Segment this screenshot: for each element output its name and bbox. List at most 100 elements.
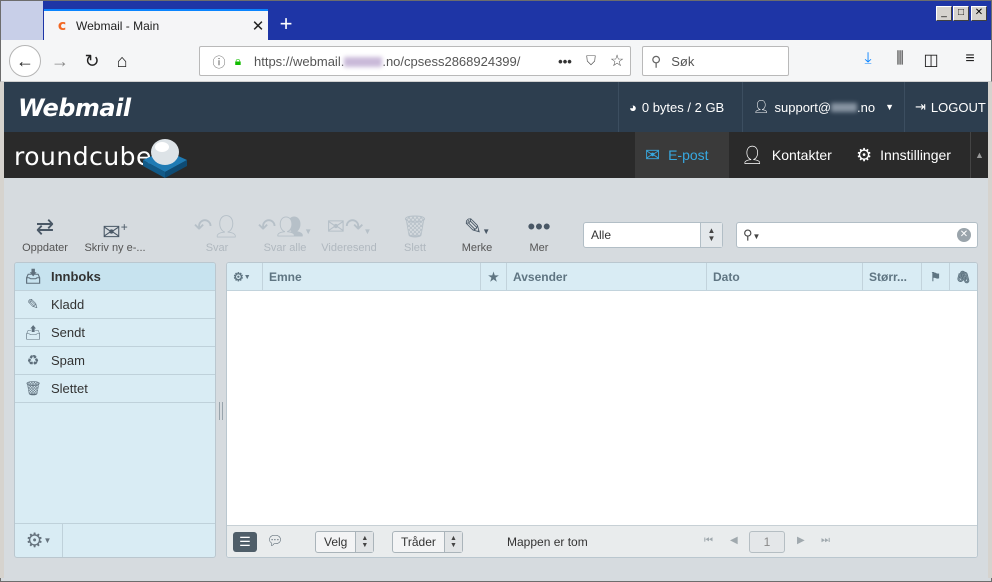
- column-date-label: Dato: [713, 270, 740, 284]
- empty-folder-message: Mappen er tom: [507, 535, 588, 549]
- list-view-icon[interactable]: ☰: [233, 532, 257, 552]
- url-text[interactable]: https://webmail. .no/cpsess2868924399/: [254, 54, 552, 69]
- reply-button[interactable]: ↶👤︎ Svar: [182, 214, 252, 254]
- url-bar[interactable]: ⓘ 🔒︎ https://webmail. .no/cpsess286892439…: [199, 46, 631, 76]
- reply-label: Svar: [205, 242, 229, 254]
- window-bottom-border: [0, 578, 992, 582]
- search-options-icon[interactable]: ⚲▼: [737, 227, 769, 243]
- compose-button[interactable]: ✉+ Skriv ny e-...: [80, 214, 150, 254]
- select-dropdown[interactable]: Velg ▲ ▼: [315, 531, 375, 553]
- webmail-logo[interactable]: Webmail: [18, 94, 131, 122]
- roundcube-logo[interactable]: roundcube: [14, 142, 152, 171]
- reply-all-button[interactable]: ↶👥︎▼ Svar alle: [248, 214, 322, 254]
- thread-view-icon[interactable]: 💬︎: [265, 533, 285, 551]
- gear-icon: ⚙: [25, 530, 44, 552]
- quota-display: ◕ 0 bytes / 2 GB: [618, 82, 742, 132]
- nav-collapse-button[interactable]: ▲: [970, 132, 988, 178]
- maximize-button[interactable]: □: [953, 6, 969, 21]
- star-icon: ★: [488, 270, 499, 284]
- redacted-user-domain: [831, 102, 857, 112]
- list-options-button[interactable]: ⚙ ▼: [227, 263, 263, 291]
- reply-icon: ↶👤︎: [193, 214, 241, 239]
- folder-label: Slettet: [51, 381, 88, 396]
- tab-settings[interactable]: ⚙ Innstillinger: [846, 132, 970, 178]
- sidebar-icon[interactable]: ◫: [919, 50, 943, 72]
- next-page-button[interactable]: ▶: [797, 535, 805, 546]
- gear-icon: ⚙: [856, 144, 873, 165]
- envelope-icon: ✉: [645, 144, 661, 165]
- pocket-icon[interactable]: ⛉: [578, 53, 604, 69]
- logout-icon: ⇥: [915, 99, 926, 114]
- window-right-border: [988, 82, 992, 582]
- browser-search-input[interactable]: ⚲ Søk: [642, 46, 789, 76]
- mail-main: ⇄ Oppdater ✉+ Skriv ny e-... ↶👤︎ Svar ↶👥…: [4, 178, 988, 578]
- prev-page-button[interactable]: ◀: [730, 535, 738, 546]
- tab-contacts[interactable]: 👤︎ Kontakter: [731, 132, 837, 178]
- page-number-input[interactable]: 1: [749, 531, 785, 553]
- column-flag[interactable]: ⚑: [922, 263, 950, 291]
- user-menu[interactable]: 👤︎ support@ .no ▼: [742, 82, 904, 132]
- window-close-button[interactable]: ✕: [971, 6, 987, 21]
- pie-chart-icon: ◕: [629, 99, 637, 115]
- new-tab-button[interactable]: +: [273, 11, 299, 37]
- library-icon[interactable]: ⫼: [888, 50, 912, 72]
- tab-settings-label: Innstillinger: [880, 147, 951, 163]
- forward-button-mail[interactable]: ✉↷▼ Videresend: [314, 214, 384, 254]
- more-dots-icon: •••: [527, 214, 551, 239]
- column-subject[interactable]: Emne: [263, 263, 481, 291]
- browser-tab[interactable]: c Webmail - Main ✕: [44, 9, 268, 41]
- folder-list: 📥︎ Innboks ✎ Kladd 📤︎ Sendt ♻ Spam 🗑︎ Sl…: [14, 262, 216, 558]
- folder-drafts[interactable]: ✎ Kladd: [15, 291, 215, 319]
- user-suffix: .no: [857, 99, 876, 115]
- clear-search-icon[interactable]: ✕: [957, 228, 971, 242]
- select-label: Velg: [324, 535, 348, 549]
- select-arrows-icon: ▲ ▼: [355, 532, 374, 552]
- threads-label: Tråder: [401, 535, 436, 549]
- folder-trash[interactable]: 🗑︎ Slettet: [15, 375, 215, 403]
- column-size[interactable]: Størr...: [863, 263, 922, 291]
- folder-spam[interactable]: ♻ Spam: [15, 347, 215, 375]
- column-flag-star[interactable]: ★: [481, 263, 507, 291]
- reload-button[interactable]: ↻: [77, 46, 107, 76]
- mail-search-input[interactable]: ⚲▼ ✕: [736, 222, 978, 248]
- tab-email[interactable]: ✉ E-post: [635, 132, 729, 178]
- downloads-icon[interactable]: ⤓: [856, 50, 880, 72]
- refresh-button[interactable]: ⇄ Oppdater: [10, 214, 80, 254]
- folder-label: Kladd: [51, 297, 85, 312]
- filter-select[interactable]: Alle ▲ ▼: [583, 222, 723, 248]
- quota-text: 0 bytes / 2 GB: [641, 99, 725, 115]
- folder-sent[interactable]: 📤︎ Sendt: [15, 319, 215, 347]
- logout-button[interactable]: ⇥ LOGOUT: [904, 82, 988, 132]
- user-icon: 👤︎: [741, 144, 764, 165]
- refresh-icon: ⇄: [35, 214, 55, 239]
- refresh-label: Oppdater: [22, 242, 68, 254]
- last-page-button[interactable]: ⏭: [821, 535, 830, 546]
- search-placeholder: Søk: [671, 53, 695, 69]
- column-from[interactable]: Avsender: [507, 263, 707, 291]
- user-icon: 👤︎: [753, 99, 770, 114]
- bookmark-star-icon[interactable]: ☆: [604, 51, 630, 71]
- minimize-button[interactable]: _: [936, 6, 952, 21]
- filter-value: Alle: [591, 228, 612, 242]
- mark-button[interactable]: ✎▼ Merke: [442, 214, 512, 254]
- folder-inbox[interactable]: 📥︎ Innboks: [15, 263, 215, 291]
- column-date[interactable]: Dato: [707, 263, 863, 291]
- forward-button[interactable]: →: [45, 46, 75, 76]
- pen-icon: ✎▼: [463, 214, 491, 239]
- column-attachment[interactable]: 🖇︎: [950, 263, 977, 291]
- delete-label: Slett: [403, 242, 426, 254]
- menu-icon[interactable]: ≡: [958, 50, 982, 72]
- info-icon[interactable]: ⓘ: [208, 52, 230, 71]
- tab-close-icon[interactable]: ✕: [248, 17, 268, 35]
- more-button[interactable]: ••• Mer: [504, 214, 574, 254]
- threads-dropdown[interactable]: Tråder ▲ ▼: [392, 531, 463, 553]
- folder-actions-button[interactable]: ⚙ ▼: [15, 524, 63, 557]
- first-page-button[interactable]: ⏮: [704, 535, 713, 546]
- titlebar-grip: [1, 1, 43, 41]
- delete-button[interactable]: 🗑︎ Slett: [380, 214, 450, 254]
- back-button[interactable]: ←: [9, 45, 41, 77]
- pane-splitter[interactable]: [219, 402, 223, 420]
- home-button[interactable]: ⌂: [107, 46, 137, 76]
- page-actions-button[interactable]: •••: [552, 54, 578, 69]
- select-arrows-icon: ▲ ▼: [443, 532, 462, 552]
